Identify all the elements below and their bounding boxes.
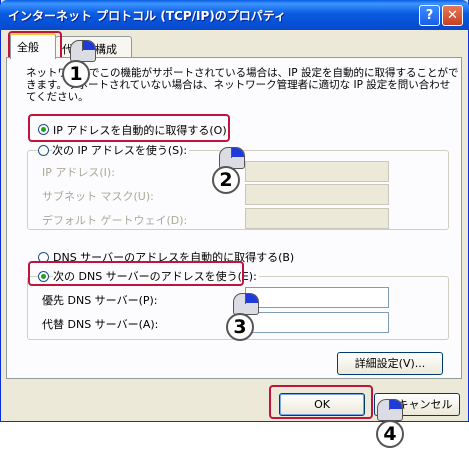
close-button[interactable]: ✕ (442, 5, 463, 26)
mouse-icon-step-3 (233, 293, 259, 315)
preferred-dns-field[interactable] (245, 287, 389, 308)
mouse-icon-step-4 (377, 399, 403, 421)
highlight-ip-auto (28, 114, 230, 142)
step-1-badge: 1 (62, 60, 90, 88)
description-line-3: てください。 (26, 91, 89, 103)
mouse-icon-step-1 (70, 40, 96, 62)
step-3-badge: 3 (226, 313, 254, 341)
mouse-divider (389, 400, 390, 410)
tab-general[interactable]: 全般 (10, 33, 56, 59)
highlight-ok-button (269, 385, 373, 419)
tab-general-label: 全般 (17, 41, 39, 54)
highlight-dns-manual (28, 261, 244, 286)
default-gateway-field[interactable] (245, 208, 389, 229)
ip-manual-label[interactable]: 次の IP アドレスを使う(S): (52, 142, 190, 158)
description-text: ネットワークでこの機能がサポートされている場合は、IP 設定を自動的に取得するこ… (26, 67, 458, 103)
window-title: インターネット プロトコル (TCP/IP)のプロパティ (8, 9, 287, 23)
step-4-badge: 4 (376, 420, 404, 448)
description-line-2: きます。サポートされていない場合は、ネットワーク管理者に適切な IP 設定を問い… (26, 79, 451, 91)
mouse-left-button-icon (83, 41, 95, 50)
mouse-left-button-icon (390, 400, 402, 409)
subnet-mask-label: サブネット マスク(U): (42, 190, 154, 203)
advanced-button[interactable]: 詳細設定(V)... (337, 352, 443, 375)
mouse-divider (245, 294, 246, 304)
ip-address-field[interactable] (245, 161, 389, 182)
mouse-left-button-icon (246, 294, 258, 303)
ip-address-label: IP アドレス(I): (42, 166, 115, 179)
default-gateway-label: デフォルト ゲートウェイ(D): (42, 214, 188, 227)
mouse-divider (82, 41, 83, 51)
help-button[interactable]: ? (419, 5, 440, 26)
subnet-mask-field[interactable] (245, 184, 389, 205)
mouse-divider (231, 148, 232, 158)
description-line-1: ネットワークでこの機能がサポートされている場合は、IP 設定を自動的に取得するこ… (26, 67, 459, 79)
step-2-badge: 2 (212, 166, 240, 194)
alternate-dns-label: 代替 DNS サーバー(A): (42, 318, 159, 331)
mouse-left-button-icon (232, 148, 244, 157)
preferred-dns-label: 優先 DNS サーバー(P): (42, 294, 158, 307)
ip-manual-radio[interactable] (38, 145, 49, 156)
title-bar[interactable]: インターネット プロトコル (TCP/IP)のプロパティ ? ✕ (0, 0, 469, 30)
alternate-dns-field[interactable] (245, 312, 389, 333)
